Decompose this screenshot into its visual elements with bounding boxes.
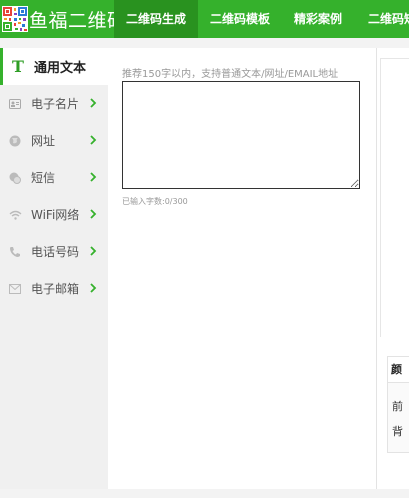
sidebar-item-text[interactable]: T 通用文本: [0, 48, 109, 85]
chevron-right-icon: [90, 172, 97, 182]
logo-text: 鱼福二维码: [29, 9, 127, 32]
char-counter: 已输入字数:0/300: [122, 197, 188, 206]
sidebar-item-phone[interactable]: 电话号码: [0, 233, 108, 270]
sms-bubble-icon: [8, 171, 22, 185]
nav-tab-generate[interactable]: 二维码生成: [114, 0, 198, 38]
wifi-icon: [8, 208, 22, 222]
type-sidebar: T 通用文本 电子名片 网址 短信 WiFi网络 电话号码 电子邮箱: [0, 48, 109, 489]
chevron-right-icon: [90, 209, 97, 219]
sidebar-item-label: 网址: [31, 134, 56, 148]
main-nav: 二维码生成 二维码模板 精彩案例 二维码短: [114, 0, 409, 38]
chevron-right-icon: [90, 246, 97, 256]
qr-preview-area: [380, 58, 409, 337]
qr-preview-panel: 颜 前 背: [376, 48, 409, 489]
sidebar-item-label: 电话号码: [31, 245, 80, 259]
tab-color[interactable]: 颜: [388, 357, 409, 383]
sidebar-item-label: WiFi网络: [31, 208, 80, 222]
nav-tab-short-link[interactable]: 二维码短: [354, 0, 409, 38]
top-header: 鱼福二维码 二维码生成 二维码模板 精彩案例 二维码短: [0, 0, 409, 38]
phone-icon: [8, 245, 22, 259]
sidebar-item-label: 短信: [31, 171, 56, 185]
foreground-color-label: 前: [392, 400, 403, 413]
sidebar-item-label: 通用文本: [34, 61, 87, 76]
sidebar-item-label: 电子邮箱: [31, 282, 80, 296]
background-color-label: 背: [392, 425, 403, 438]
nav-tab-cases[interactable]: 精彩案例: [282, 0, 354, 38]
sidebar-item-label: 电子名片: [31, 97, 80, 111]
sidebar-item-email[interactable]: 电子邮箱: [0, 270, 108, 307]
sidebar-item-vcard[interactable]: 电子名片: [0, 85, 108, 122]
content-editor-panel: 推荐150字以内，支持普通文本/网址/EMAIL地址 已输入字数:0/300: [108, 48, 376, 489]
color-settings-panel: 颜 前 背: [387, 356, 409, 453]
id-card-icon: [8, 97, 22, 111]
site-logo[interactable]: 鱼福二维码: [0, 0, 126, 38]
mail-icon: [8, 282, 22, 296]
chevron-right-icon: [90, 98, 97, 108]
globe-icon: [8, 134, 22, 148]
text-t-icon: T: [12, 56, 24, 76]
chevron-right-icon: [90, 283, 97, 293]
input-hint: 推荐150字以内，支持普通文本/网址/EMAIL地址: [122, 69, 339, 80]
chevron-right-icon: [90, 135, 97, 145]
content-textarea[interactable]: [122, 81, 360, 189]
sidebar-item-wifi[interactable]: WiFi网络: [0, 196, 108, 233]
qr-logo-icon: [2, 6, 28, 32]
nav-tab-templates[interactable]: 二维码模板: [198, 0, 282, 38]
sidebar-item-sms[interactable]: 短信: [0, 159, 108, 196]
sidebar-item-url[interactable]: 网址: [0, 122, 108, 159]
